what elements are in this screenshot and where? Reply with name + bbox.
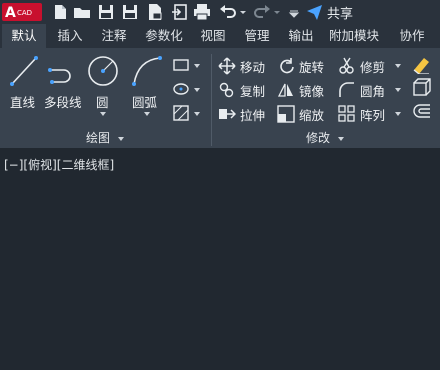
scale-icon — [277, 105, 295, 123]
rotate-tool[interactable]: 旋转 — [277, 56, 324, 76]
arc-label: 圆弧 — [132, 95, 158, 110]
customize-toolbar-icon[interactable] — [287, 2, 301, 22]
fillet-icon — [339, 82, 354, 97]
tab-addins[interactable]: 附加模块 — [325, 24, 383, 48]
trim-tool[interactable]: 修剪 — [338, 56, 402, 76]
fillet-label: 圆角 — [360, 83, 386, 99]
mirror-icon — [277, 83, 293, 97]
polyline-label: 多段线 — [44, 95, 82, 110]
hatch-tool[interactable] — [172, 104, 202, 122]
import-icon[interactable] — [170, 2, 190, 22]
erase-tool[interactable] — [410, 54, 434, 75]
scale-tool[interactable]: 缩放 — [277, 104, 324, 124]
modify-panel-expand-icon[interactable] — [337, 136, 344, 141]
polyline-icon — [48, 68, 71, 84]
draw-panel-title-text: 绘图 — [86, 131, 111, 145]
undo-icon[interactable] — [218, 2, 238, 22]
eraser-icon — [413, 58, 429, 75]
rectangle-icon — [173, 59, 189, 71]
copy-icon — [219, 82, 234, 98]
circle-icon — [88, 56, 118, 86]
tab-parametric[interactable]: 参数化 — [138, 24, 190, 48]
array-icon — [338, 105, 355, 122]
rotate-label: 旋转 — [299, 59, 325, 75]
quick-access-toolbar: A CAD 共享 — [0, 0, 440, 24]
panel-separator — [211, 54, 212, 146]
ellipse-icon — [173, 83, 189, 95]
move-label: 移动 — [240, 59, 266, 75]
array-label: 阵列 — [360, 107, 386, 123]
tab-output[interactable]: 输出 — [281, 24, 321, 48]
tab-insert[interactable]: 插入 — [50, 24, 90, 48]
ellipse-tool[interactable] — [172, 80, 202, 98]
array-dropdown-icon[interactable] — [395, 112, 402, 116]
print-icon[interactable] — [192, 2, 212, 22]
copy-tool[interactable]: 复制 — [218, 80, 265, 100]
tab-collaborate[interactable]: 协作 — [390, 24, 434, 48]
polyline-tool[interactable]: 多段线 — [44, 54, 84, 110]
draw-panel-title[interactable]: 绘图 — [86, 130, 124, 146]
circle-tool[interactable]: 圆 — [86, 54, 120, 120]
rectangle-dropdown-icon[interactable] — [194, 64, 200, 68]
ribbon-panel: 直线 多段线 圆 圆弧 绘图 移动 旋转 修剪 复制 镜像 圆角 拉伸 缩放 阵… — [0, 48, 440, 148]
viewport-controls[interactable]: [−][俯视][二维线框] — [4, 156, 114, 173]
tab-manage[interactable]: 管理 — [237, 24, 277, 48]
fillet-dropdown-icon[interactable] — [395, 88, 402, 92]
mirror-tool[interactable]: 镜像 — [277, 80, 324, 100]
move-tool[interactable]: 移动 — [218, 56, 265, 76]
save-as-icon[interactable] — [120, 2, 140, 22]
modify-panel-title-text: 修改 — [306, 131, 331, 145]
redo-icon[interactable] — [252, 2, 272, 22]
explode-icon — [413, 78, 431, 96]
line-tool[interactable]: 直线 — [6, 54, 42, 110]
export-pdf-icon[interactable] — [145, 2, 165, 22]
ellipse-dropdown-icon[interactable] — [194, 88, 200, 92]
rotate-icon — [280, 58, 294, 74]
stretch-icon — [219, 109, 236, 119]
trim-icon — [339, 57, 354, 74]
tab-view[interactable]: 视图 — [193, 24, 233, 48]
rectangle-tool[interactable] — [172, 56, 202, 74]
copy-label: 复制 — [240, 83, 266, 99]
new-file-icon[interactable] — [50, 2, 70, 22]
mirror-label: 镜像 — [299, 83, 325, 99]
line-label: 直线 — [10, 95, 36, 110]
explode-tool[interactable] — [410, 78, 434, 98]
share-button[interactable]: 共享 — [306, 2, 353, 22]
drawing-canvas[interactable]: [−][俯视][二维线框] — [0, 148, 440, 370]
arc-dropdown-icon[interactable] — [144, 112, 150, 116]
circle-dropdown-icon[interactable] — [100, 112, 106, 116]
send-icon — [307, 5, 322, 20]
offset-tool[interactable] — [410, 102, 434, 122]
stretch-label: 拉伸 — [240, 107, 266, 123]
tab-annotate[interactable]: 注释 — [94, 24, 134, 48]
app-logo[interactable]: A CAD — [2, 3, 42, 21]
tab-default[interactable]: 默认 — [2, 24, 46, 48]
share-label: 共享 — [327, 6, 354, 22]
circle-label: 圆 — [96, 95, 109, 110]
save-icon[interactable] — [96, 2, 116, 22]
offset-icon — [413, 104, 430, 118]
modify-panel-title[interactable]: 修改 — [306, 130, 344, 146]
open-folder-icon[interactable] — [72, 2, 92, 22]
undo-dropdown-icon[interactable] — [238, 2, 248, 22]
hatch-icon — [173, 105, 189, 121]
arc-tool[interactable]: 圆弧 — [128, 54, 168, 120]
ribbon-tabs: 默认 插入 注释 参数化 视图 管理 输出 附加模块 协作 — [0, 24, 440, 48]
logo-text: CAD — [17, 9, 32, 17]
trim-label: 修剪 — [360, 59, 386, 75]
hatch-dropdown-icon[interactable] — [194, 112, 200, 116]
array-tool[interactable]: 阵列 — [338, 104, 402, 124]
trim-dropdown-icon[interactable] — [395, 64, 402, 68]
redo-dropdown-icon[interactable] — [272, 2, 282, 22]
fillet-tool[interactable]: 圆角 — [338, 80, 402, 100]
line-icon — [10, 56, 38, 86]
arc-icon — [132, 56, 162, 86]
draw-panel-expand-icon[interactable] — [117, 136, 124, 141]
stretch-tool[interactable]: 拉伸 — [218, 104, 265, 124]
move-icon — [218, 57, 236, 75]
logo-letter: A — [5, 5, 16, 21]
scale-label: 缩放 — [299, 107, 325, 123]
